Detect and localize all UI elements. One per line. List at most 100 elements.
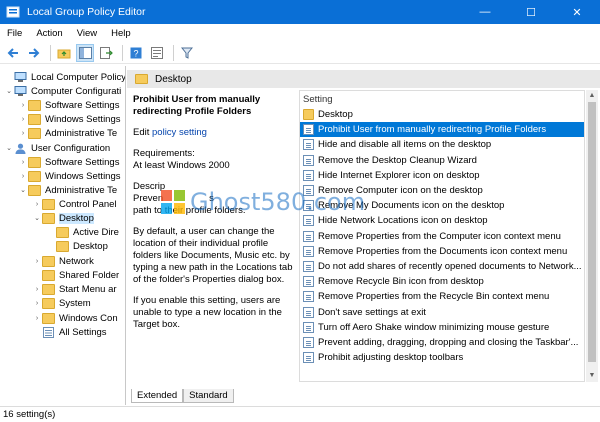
tree-start-menu[interactable]: › Start Menu ar — [32, 282, 117, 296]
tree-label: Windows Settings — [45, 170, 121, 182]
setting-row[interactable]: Remove the Desktop Cleanup Wizard — [300, 153, 584, 168]
minimize-button[interactable]: — — [462, 0, 508, 24]
up-folder-icon — [57, 49, 71, 58]
settings-folder-row[interactable]: Desktop — [300, 107, 584, 122]
tree-label: Windows Con — [59, 312, 118, 324]
folder-icon — [28, 127, 41, 139]
setting-label: Prevent adding, dragging, dropping and c… — [318, 337, 579, 348]
tree-desktop-sub[interactable]: Desktop — [46, 239, 108, 253]
close-button[interactable]: ✕ — [554, 0, 600, 24]
tree-label: Windows Settings — [45, 113, 121, 125]
tree-active-directory[interactable]: Active Dire — [46, 225, 119, 239]
tree-toggle[interactable]: › — [32, 300, 42, 307]
setting-row[interactable]: Remove Recycle Bin icon from desktop — [300, 274, 584, 289]
tree-windows-components[interactable]: › Windows Con — [32, 311, 118, 325]
setting-row[interactable]: Hide Network Locations icon on desktop — [300, 213, 584, 228]
tree-user-configuration[interactable]: ⌄ User Configuration — [4, 141, 110, 155]
tree-toggle[interactable]: ⌄ — [18, 186, 28, 194]
maximize-button[interactable]: ☐ — [508, 0, 554, 24]
forward-button[interactable] — [25, 44, 43, 62]
tree-cc-windows-settings[interactable]: › Windows Settings — [18, 112, 121, 126]
tree-local-computer-policy[interactable]: Local Computer Policy — [4, 70, 125, 84]
setting-row[interactable]: Remove My Documents icon on the desktop — [300, 198, 584, 213]
export-list-button[interactable] — [97, 44, 115, 62]
scroll-thumb[interactable] — [588, 102, 596, 362]
navigation-tree: Local Computer Policy ⌄ Computer Configu… — [0, 66, 126, 405]
up-folder-button[interactable] — [55, 44, 73, 62]
tree-system[interactable]: › System — [32, 296, 91, 310]
tree-toggle[interactable]: › — [18, 173, 28, 180]
setting-row[interactable]: Turn off Aero Shake window minimizing mo… — [300, 320, 584, 335]
settings-scrollbar[interactable]: ▲ ▼ — [586, 90, 598, 382]
tree-cc-software-settings[interactable]: › Software Settings — [18, 98, 119, 112]
tree-computer-configuration[interactable]: ⌄ Computer Configurati — [4, 84, 121, 98]
tree-toggle[interactable]: › — [32, 315, 42, 322]
tree-toggle[interactable]: › — [32, 258, 42, 265]
setting-row[interactable]: Hide Internet Explorer icon on desktop — [300, 168, 584, 183]
tree-network[interactable]: › Network — [32, 254, 94, 268]
setting-row[interactable]: Prohibit User from manually redirecting … — [300, 122, 584, 138]
setting-row[interactable]: Hide and disable all items on the deskto… — [300, 137, 584, 152]
back-button[interactable] — [4, 44, 22, 62]
help-button[interactable]: ? — [127, 44, 145, 62]
tree-toggle[interactable]: › — [32, 201, 42, 208]
show-hide-tree-button[interactable] — [76, 43, 94, 62]
edit-policy-setting-link[interactable]: policy setting — [152, 127, 207, 138]
tree-toggle[interactable]: ⌄ — [4, 144, 14, 152]
scroll-up-icon[interactable]: ▲ — [586, 90, 598, 102]
tree-label: Software Settings — [45, 99, 120, 111]
description-block: Descrip Preven s path to their profile fo… — [133, 181, 293, 217]
setting-row[interactable]: Remove Properties from the Documents ico… — [300, 244, 584, 259]
policy-setting-icon — [303, 337, 314, 348]
setting-column-header[interactable]: Setting — [300, 91, 584, 107]
menu-file[interactable]: File — [0, 28, 29, 39]
setting-label: Don't save settings at exit — [318, 306, 426, 318]
scroll-down-icon[interactable]: ▼ — [586, 370, 598, 382]
user-icon — [15, 143, 26, 154]
back-icon — [7, 47, 18, 58]
tree-uc-administrative-templates[interactable]: ⌄ Administrative Te — [18, 183, 117, 197]
setting-row[interactable]: Remove Computer icon on the desktop — [300, 183, 584, 198]
tree-label: Active Dire — [73, 226, 119, 238]
setting-row[interactable]: Don't save settings at exit — [300, 305, 584, 320]
toolbar-separator — [173, 44, 174, 61]
menu-help[interactable]: Help — [104, 28, 138, 39]
tree-toggle[interactable]: › — [18, 159, 28, 166]
menu-action[interactable]: Action — [29, 28, 69, 39]
tab-extended[interactable]: Extended — [131, 389, 184, 403]
toolbar-separator — [50, 44, 51, 61]
tree-toggle[interactable]: ⌄ — [32, 214, 42, 222]
tree-toggle[interactable]: › — [18, 116, 28, 123]
folder-icon — [42, 198, 55, 210]
edit-prefix: Edit — [133, 127, 153, 138]
setting-label: Remove Properties from the Documents ico… — [318, 245, 568, 257]
setting-row[interactable]: Do not add shares of recently opened doc… — [300, 259, 584, 274]
policy-setting-icon — [303, 200, 314, 212]
setting-label: Remove Computer icon on the desktop — [318, 185, 483, 196]
tree-uc-software-settings[interactable]: › Software Settings — [18, 155, 119, 169]
tree-toggle[interactable]: › — [18, 130, 28, 137]
toolbar-separator — [122, 44, 123, 61]
tree-desktop[interactable]: ⌄ Desktop — [32, 211, 94, 225]
menu-view[interactable]: View — [70, 28, 104, 39]
properties-button[interactable] — [148, 44, 166, 62]
tree-control-panel[interactable]: › Control Panel — [32, 197, 117, 211]
setting-label: Remove My Documents icon on the desktop — [318, 200, 505, 212]
tab-standard[interactable]: Standard — [183, 389, 234, 403]
tree-toggle[interactable]: ⌄ — [4, 87, 14, 95]
tree-toggle[interactable]: › — [18, 102, 28, 109]
tree-shared-folders[interactable]: Shared Folder — [32, 268, 119, 282]
setting-row[interactable]: Prohibit adjusting desktop toolbars — [300, 350, 584, 365]
setting-row[interactable]: Remove Properties from the Recycle Bin c… — [300, 289, 584, 304]
setting-row[interactable]: Remove Properties from the Computer icon… — [300, 229, 584, 244]
tree-cc-administrative-templates[interactable]: › Administrative Te — [18, 126, 117, 140]
folder-open-icon — [42, 212, 55, 224]
filter-button[interactable] — [178, 44, 196, 62]
setting-row[interactable]: Prevent adding, dragging, dropping and c… — [300, 335, 584, 350]
tree-label: Desktop — [73, 240, 108, 252]
tree-label: User Configuration — [31, 142, 111, 154]
tree-toggle[interactable]: › — [32, 286, 42, 293]
tree-uc-windows-settings[interactable]: › Windows Settings — [18, 169, 121, 183]
policy-title: Prohibit User from manually redirecting … — [133, 94, 261, 117]
tree-all-settings[interactable]: All Settings — [32, 325, 107, 339]
